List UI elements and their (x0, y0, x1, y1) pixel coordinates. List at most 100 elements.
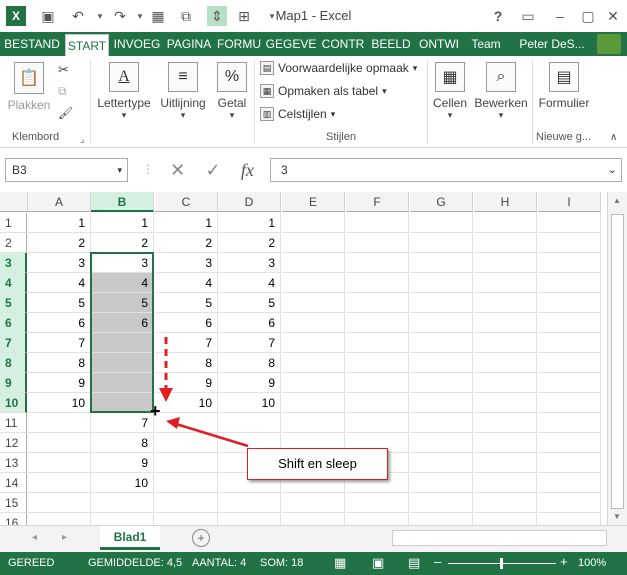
cell-i5[interactable] (538, 293, 601, 313)
cell-g5[interactable] (410, 293, 473, 313)
scroll-right-icon[interactable]: ▸ (62, 532, 67, 543)
cell-e5[interactable] (282, 293, 345, 313)
cell-h16[interactable] (474, 513, 537, 525)
cell-g8[interactable] (410, 353, 473, 373)
row-header-4[interactable]: 4 (0, 273, 27, 293)
cell-g11[interactable] (410, 413, 473, 433)
cell-a15[interactable] (28, 493, 91, 513)
cell-d1[interactable]: 1 (218, 213, 281, 233)
conditional-formatting-button[interactable]: ▤ Voorwaardelijke opmaak ▾ (260, 61, 417, 75)
cell-c16[interactable] (155, 513, 218, 525)
cell-c11[interactable] (155, 413, 218, 433)
cell-d8[interactable]: 8 (218, 353, 281, 373)
cell-a10[interactable]: 10 (28, 393, 91, 413)
editing-button[interactable]: ⌕ Bewerken ▾ (472, 62, 530, 121)
cell-c6[interactable]: 6 (155, 313, 218, 333)
row-header-13[interactable]: 13 (0, 453, 27, 473)
cell-c13[interactable] (155, 453, 218, 473)
cell-i3[interactable] (538, 253, 601, 273)
cell-h1[interactable] (474, 213, 537, 233)
cell-a3[interactable]: 3 (28, 253, 91, 273)
cell-g9[interactable] (410, 373, 473, 393)
cell-i8[interactable] (538, 353, 601, 373)
cell-e11[interactable] (282, 413, 345, 433)
cell-h8[interactable] (474, 353, 537, 373)
row-header-2[interactable]: 2 (0, 233, 27, 253)
cell-b7[interactable] (91, 333, 154, 353)
cell-h4[interactable] (474, 273, 537, 293)
cell-i7[interactable] (538, 333, 601, 353)
cell-g16[interactable] (410, 513, 473, 525)
cell-e9[interactable] (282, 373, 345, 393)
tab-developer[interactable]: ONTWI (415, 32, 463, 56)
cell-a13[interactable] (28, 453, 91, 473)
cell-i15[interactable] (538, 493, 601, 513)
tab-page-layout[interactable]: PAGINA (164, 32, 214, 56)
format-as-table-button[interactable]: ▦ Opmaken als tabel ▾ (260, 84, 387, 98)
row-header-5[interactable]: 5 (0, 293, 27, 313)
cell-b12[interactable]: 8 (91, 433, 154, 453)
cell-f2[interactable] (346, 233, 409, 253)
row-header-6[interactable]: 6 (0, 313, 27, 333)
cell-e10[interactable] (282, 393, 345, 413)
name-box[interactable]: B3 ▾ (5, 158, 128, 182)
cell-g10[interactable] (410, 393, 473, 413)
cell-f16[interactable] (346, 513, 409, 525)
horizontal-scrollbar[interactable] (392, 530, 607, 546)
cell-b1[interactable]: 1 (91, 213, 154, 233)
cell-d9[interactable]: 9 (218, 373, 281, 393)
scroll-left-icon[interactable]: ◂ (32, 532, 37, 543)
cell-c3[interactable]: 3 (155, 253, 218, 273)
cell-h15[interactable] (474, 493, 537, 513)
cell-f9[interactable] (346, 373, 409, 393)
cell-h13[interactable] (474, 453, 537, 473)
cell-d2[interactable]: 2 (218, 233, 281, 253)
cell-e16[interactable] (282, 513, 345, 525)
cell-f6[interactable] (346, 313, 409, 333)
form-button[interactable]: ▤ Formulier (534, 62, 594, 110)
page-break-view-icon[interactable]: ▤ (408, 555, 420, 571)
cancel-icon[interactable]: ✕ (170, 160, 185, 181)
row-header-10[interactable]: 10 (0, 393, 27, 413)
font-button[interactable]: A Lettertype ▾ (94, 62, 154, 121)
row-header-9[interactable]: 9 (0, 373, 27, 393)
cell-i16[interactable] (538, 513, 601, 525)
cell-c15[interactable] (155, 493, 218, 513)
row-header-12[interactable]: 12 (0, 433, 27, 453)
cell-b10[interactable] (91, 393, 154, 413)
normal-view-icon[interactable]: ▦ (334, 555, 346, 571)
restore-icon[interactable]: ▢ (578, 6, 598, 26)
cell-e6[interactable] (282, 313, 345, 333)
cell-h3[interactable] (474, 253, 537, 273)
expand-formula-icon[interactable]: ⌄ (608, 159, 617, 181)
sheet-tab-blad1[interactable]: Blad1 (100, 526, 160, 550)
cell-c2[interactable]: 2 (155, 233, 218, 253)
tab-home[interactable]: START (65, 34, 109, 56)
enter-icon[interactable]: ✓ (205, 160, 220, 181)
row-header-11[interactable]: 11 (0, 413, 27, 433)
insert-function-icon[interactable]: fx (241, 160, 254, 181)
cell-a12[interactable] (28, 433, 91, 453)
row-header-7[interactable]: 7 (0, 333, 27, 353)
cell-h6[interactable] (474, 313, 537, 333)
cell-h2[interactable] (474, 233, 537, 253)
cell-a2[interactable]: 2 (28, 233, 91, 253)
cell-e3[interactable] (282, 253, 345, 273)
cell-i14[interactable] (538, 473, 601, 493)
cell-b2[interactable]: 2 (91, 233, 154, 253)
cell-f8[interactable] (346, 353, 409, 373)
cell-g14[interactable] (410, 473, 473, 493)
tab-view[interactable]: BEELD (369, 32, 413, 56)
column-header-c[interactable]: C (155, 192, 218, 212)
row-header-3[interactable]: 3 (0, 253, 27, 273)
name-box-dropdown-icon[interactable]: ▾ (117, 159, 122, 181)
cell-a7[interactable]: 7 (28, 333, 91, 353)
column-header-b[interactable]: B (91, 192, 154, 212)
cell-d5[interactable]: 5 (218, 293, 281, 313)
collapse-ribbon-icon[interactable]: ∧ (610, 132, 617, 143)
cell-d6[interactable]: 6 (218, 313, 281, 333)
cell-b13[interactable]: 9 (91, 453, 154, 473)
cell-i10[interactable] (538, 393, 601, 413)
cell-b15[interactable] (91, 493, 154, 513)
number-button[interactable]: % Getal ▾ (212, 62, 252, 121)
